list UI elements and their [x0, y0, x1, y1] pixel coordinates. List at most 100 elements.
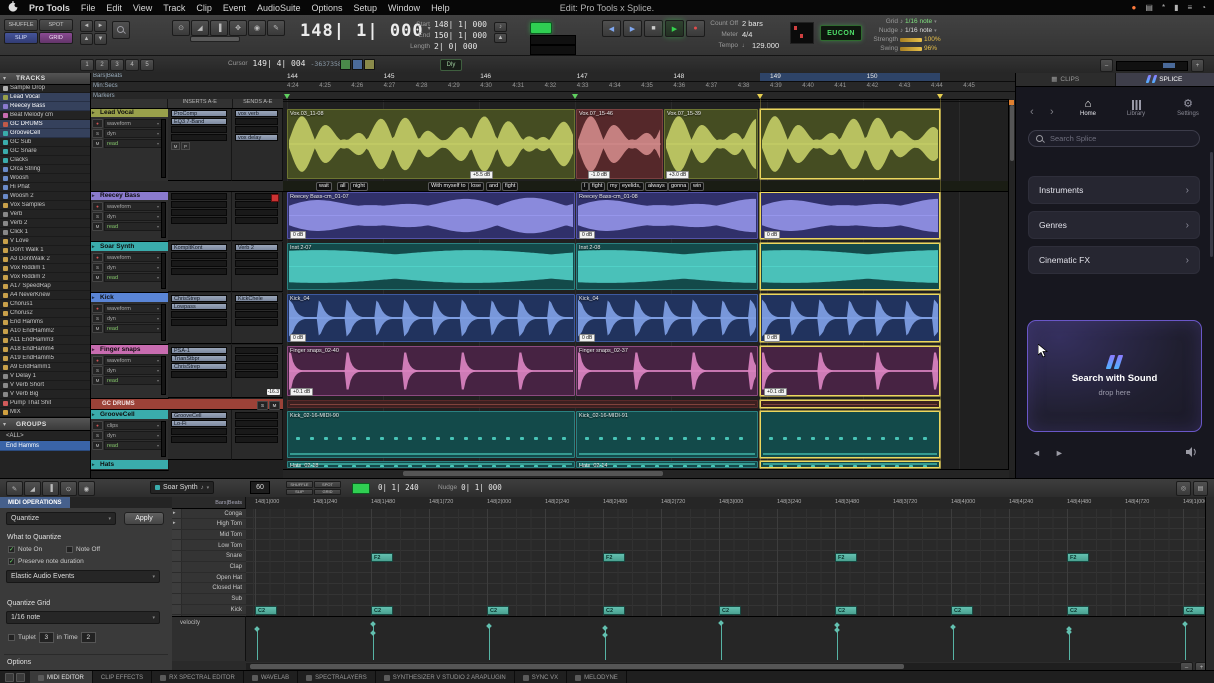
menu-help[interactable]: Help [431, 3, 450, 13]
sidebar-track-item[interactable]: Hi Phat [0, 183, 90, 192]
swing-value[interactable]: 96% [924, 45, 937, 52]
send-slot-empty[interactable] [235, 363, 278, 370]
search-input[interactable] [1048, 133, 1192, 144]
track-header[interactable]: ▸Lead Vocal●SMwaveform▾dyn▾read▾ [90, 108, 169, 182]
delay-compensation-badge[interactable]: Dly [440, 59, 462, 71]
velocity-stem[interactable] [1185, 623, 1186, 660]
trim-tool-button[interactable]: ◢ [191, 20, 209, 36]
insert-slot-empty[interactable] [171, 311, 227, 318]
timeline-ruler[interactable]: Bars|Beats144145146147148149150 Min:Secs… [90, 72, 1015, 100]
audio-clip[interactable] [760, 461, 940, 468]
selector-tool-button[interactable]: ▐ [210, 20, 228, 36]
star-icon[interactable]: * [1162, 3, 1165, 12]
pre-roll-display[interactable] [530, 35, 576, 45]
midi-note-c2[interactable]: C2 [1067, 606, 1089, 615]
sidebar-track-item[interactable]: Vox Riddim 1 [0, 264, 90, 273]
group-item[interactable]: End Hamms [0, 441, 90, 451]
clip-gain-badge[interactable]: 0 dB [579, 334, 595, 342]
drum-lane-closed-hat[interactable]: Closed Hat [172, 584, 246, 594]
sidebar-track-item[interactable]: Beat Melody cm [0, 111, 90, 120]
velocity-handle[interactable] [950, 624, 956, 630]
mute-button[interactable]: M [171, 142, 180, 150]
insert-slot-empty[interactable] [171, 252, 227, 259]
menu-icon[interactable]: ≡ [1187, 3, 1192, 12]
record-indicator[interactable]: ● [1132, 3, 1137, 12]
send-slot-empty[interactable] [235, 252, 278, 259]
apply-button[interactable]: Apply [124, 512, 164, 525]
audio-clip[interactable]: Reecey Bass-cm_01-08 [576, 192, 758, 239]
velocity-stem[interactable] [721, 622, 722, 660]
insert-slot[interactable]: EQ3 7-Band [171, 118, 227, 125]
sidebar-track-item[interactable]: A19 EndHamm5 [0, 354, 90, 363]
insert-slot[interactable]: ChrisStrep [171, 295, 227, 302]
drum-lane-open-hat[interactable]: Open Hat [172, 573, 246, 583]
horizontal-zoom-in-button[interactable]: + [1191, 59, 1204, 72]
midi-track-selector[interactable]: Soar Synth ♪ ▾ [150, 481, 214, 494]
groups-menu-icon[interactable]: ▾ [3, 421, 6, 428]
track-header[interactable]: ▸Hats [90, 460, 169, 471]
nudge-dropdown-icon[interactable]: ▾ [934, 28, 937, 34]
splice-search-box[interactable] [1028, 130, 1200, 147]
tab-midi-operations[interactable]: MIDI OPERATIONS [0, 497, 70, 508]
drum-lane-mid-tom[interactable]: Mid Tom [172, 530, 246, 540]
mute-button[interactable]: M [92, 222, 103, 231]
clip-gain-badge[interactable]: +3.0 dB [666, 171, 689, 179]
midi-note-c2[interactable]: C2 [951, 606, 973, 615]
menu-options[interactable]: Options [311, 3, 342, 13]
solo-button[interactable]: S [92, 431, 103, 440]
send-slot[interactable]: Verb 2 [235, 244, 278, 251]
nav-back-icon[interactable]: ‹ [1030, 106, 1034, 118]
audio-clip[interactable] [287, 400, 758, 408]
sidebar-track-item[interactable]: Don't Walk 1 [0, 246, 90, 255]
track-dyn-selector[interactable]: dyn▾ [104, 366, 162, 375]
sidebar-track-item[interactable]: Pump That Shit [0, 399, 90, 408]
sidebar-track-item[interactable]: Click 1 [0, 228, 90, 237]
midi-note-c2[interactable]: C2 [255, 606, 277, 615]
audio-clip[interactable] [760, 294, 940, 342]
insert-slot-empty[interactable] [171, 193, 227, 200]
send-slot-empty[interactable] [235, 420, 278, 427]
tuplet-numerator-field[interactable]: 3 [39, 632, 54, 643]
velocity-handle[interactable] [486, 623, 492, 629]
track-waveform-selector[interactable]: waveform▾ [104, 304, 162, 313]
track-dyn-selector[interactable]: dyn▾ [104, 314, 162, 323]
send-slot-empty[interactable] [235, 311, 278, 318]
menu-audiosuite[interactable]: AudioSuite [257, 3, 301, 13]
insert-slot[interactable]: Lowpass [171, 303, 227, 310]
target-icon[interactable]: ◎ [1176, 481, 1191, 496]
midi-note-grid[interactable]: C2C2C2C2C2C2C2C2C2F2F2F2F2 [246, 509, 1205, 616]
smart-tool-bar[interactable] [190, 36, 240, 42]
checkbox-icon[interactable] [66, 546, 73, 553]
note-on-checkbox[interactable]: ✓Note On [8, 546, 42, 553]
zoom-preset-2[interactable]: 2 [95, 59, 109, 71]
insert-slot[interactable]: PSA-1 [171, 347, 227, 354]
midi-note-c2[interactable]: C2 [371, 606, 393, 615]
sidebar-track-item[interactable]: A11 EndHamm3 [0, 336, 90, 345]
track-waveform-selector[interactable]: waveform▾ [104, 202, 162, 211]
menu-file[interactable]: File [81, 3, 96, 13]
return-to-zero-button[interactable]: ◀ [602, 20, 621, 37]
midi-editor-led[interactable] [352, 483, 370, 494]
lyric-chip[interactable]: win [690, 182, 704, 191]
splice-category-instruments[interactable]: Instruments› [1028, 176, 1200, 204]
menu-view[interactable]: View [133, 3, 152, 13]
insert-slot-empty[interactable] [171, 134, 227, 141]
velocity-handle[interactable] [370, 630, 376, 636]
play-sample-icon[interactable]: ► [1055, 448, 1064, 458]
insert-slot-empty[interactable] [171, 201, 227, 208]
send-slot-empty[interactable] [235, 371, 278, 378]
link-edit-icon[interactable] [352, 59, 363, 70]
insert-slot[interactable]: KompltKont [171, 244, 227, 251]
track-read-selector[interactable]: read▾ [104, 139, 162, 148]
insert-slot[interactable]: GrooveCell [171, 412, 227, 419]
volume-icon[interactable] [1186, 447, 1199, 459]
clip-gain-badge[interactable]: 0 dB [579, 231, 595, 239]
insert-slot-empty[interactable] [171, 268, 227, 275]
sidebar-track-item[interactable]: A4 NeverKnew [0, 291, 90, 300]
clip-gain-badge[interactable]: +0.1 dB [290, 388, 313, 396]
audio-clip[interactable]: Inst 2-08 [576, 243, 758, 290]
group-track-header[interactable]: GC DRUMSSM [90, 399, 283, 410]
sidebar-track-item[interactable]: Verb 2 [0, 219, 90, 228]
send-slot[interactable]: KickChele [235, 295, 278, 302]
audio-clip[interactable]: Kick_02-16-MIDI-90 [287, 411, 575, 458]
